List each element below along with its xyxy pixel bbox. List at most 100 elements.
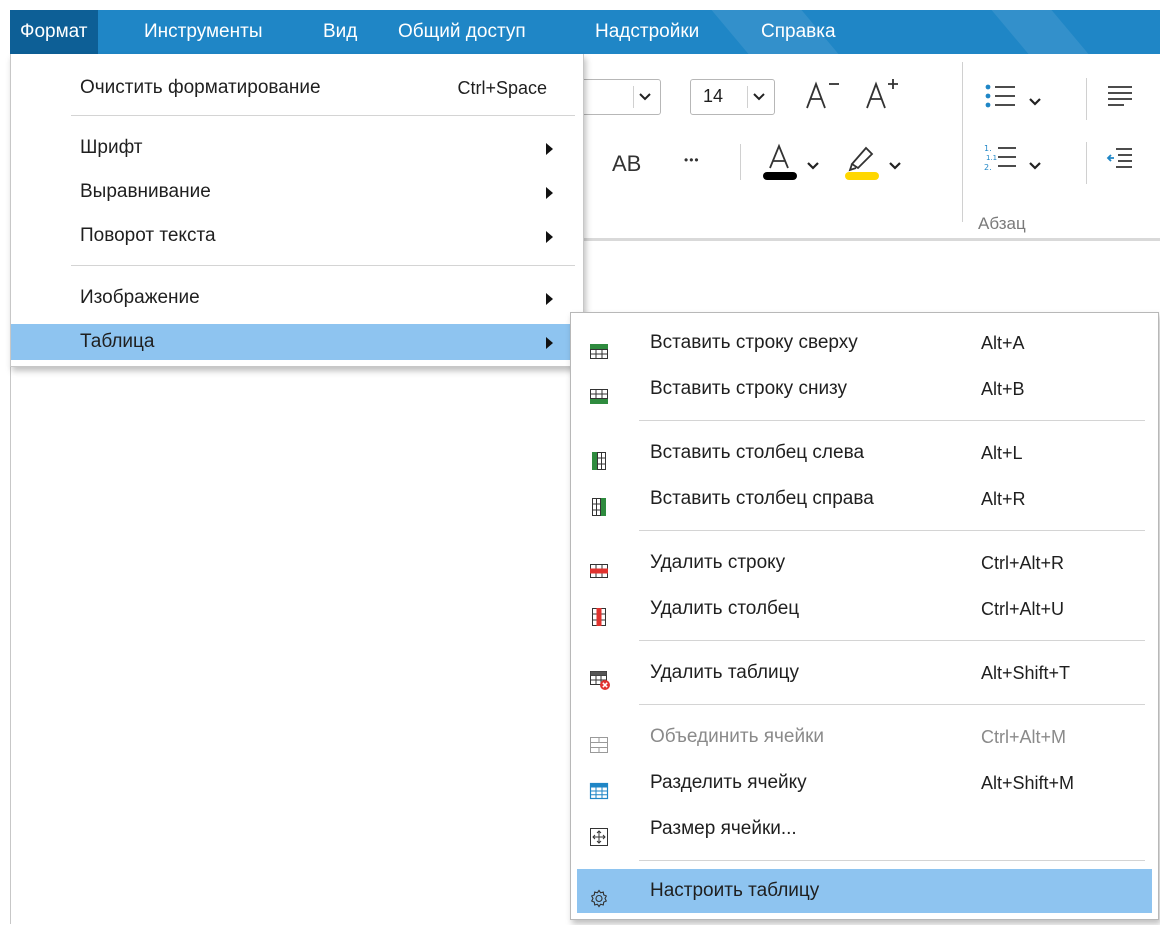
font-color-icon[interactable] <box>760 142 800 190</box>
increase-font-icon[interactable] <box>864 78 904 118</box>
menu-separator <box>639 420 1145 421</box>
decrease-font-icon[interactable] <box>804 78 844 118</box>
menu-item-label: Разделить ячейку <box>650 772 807 793</box>
highlight-icon[interactable] <box>842 140 882 190</box>
insert-row-above-item[interactable]: Вставить строку сверху Alt+A <box>577 321 1152 365</box>
table-submenu: Вставить строку сверху Alt+A Вставить ст… <box>570 312 1159 920</box>
menu-item-label: Выравнивание <box>80 181 211 202</box>
font-name-combo[interactable] <box>572 79 661 115</box>
menu-item-shortcut: Alt+R <box>981 489 1026 509</box>
clear-formatting-item[interactable]: Очистить форматирование Ctrl+Space <box>11 70 583 106</box>
chevron-down-icon[interactable] <box>806 154 820 177</box>
menu-item-label: Очистить форматирование <box>80 77 321 98</box>
menu-item-shortcut: Alt+A <box>981 333 1025 353</box>
more-options-icon[interactable]: ••• <box>684 153 700 167</box>
divider <box>1086 78 1087 120</box>
insert-column-left-icon <box>589 443 609 470</box>
menu-separator <box>639 530 1145 531</box>
cell-size-icon <box>589 819 609 846</box>
font-size-combo[interactable]: 14 <box>690 79 775 115</box>
menu-item-shortcut: Ctrl+Alt+R <box>981 553 1065 573</box>
insert-column-left-item[interactable]: Вставить столбец слева Alt+L <box>577 431 1152 475</box>
paragraph-group-label: Абзац <box>978 214 1026 233</box>
delete-row-item[interactable]: Удалить строку Ctrl+Alt+R <box>577 541 1152 585</box>
menu-separator <box>639 860 1145 861</box>
decrease-indent-icon[interactable] <box>1106 144 1134 178</box>
font-item[interactable]: Шрифт <box>11 130 583 166</box>
document-edge <box>10 366 11 924</box>
split-cell-item[interactable]: Разделить ячейку Alt+Shift+M <box>577 761 1152 805</box>
submenu-arrow-icon <box>546 293 553 305</box>
format-menu: Очистить форматирование Ctrl+Space Шрифт… <box>10 54 584 367</box>
submenu-arrow-icon <box>546 337 553 349</box>
chevron-down-icon[interactable] <box>633 86 656 108</box>
align-left-icon[interactable] <box>1106 82 1134 116</box>
chevron-down-icon[interactable] <box>888 154 902 177</box>
svg-text:2.: 2. <box>984 163 992 172</box>
split-cell-icon <box>589 773 609 800</box>
menu-addons[interactable]: Надстройки <box>585 10 709 54</box>
delete-table-item[interactable]: Удалить таблицу Alt+Shift+T <box>577 651 1152 695</box>
cell-size-item[interactable]: Размер ячейки... <box>577 807 1152 851</box>
submenu-arrow-icon <box>546 231 553 243</box>
menu-item-label: Вставить строку снизу <box>650 378 848 399</box>
delete-table-icon <box>589 663 610 690</box>
menu-separator <box>71 115 575 116</box>
menu-help[interactable]: Справка <box>751 10 846 54</box>
menubar-decoration <box>991 10 1089 54</box>
divider <box>740 144 741 180</box>
menu-item-label: Удалить строку <box>650 552 786 573</box>
gear-icon <box>589 881 609 908</box>
table-item[interactable]: Таблица <box>11 324 583 360</box>
menu-separator <box>71 265 575 266</box>
menu-item-label: Таблица <box>80 331 155 352</box>
insert-row-above-icon <box>589 333 609 359</box>
menu-item-shortcut: Ctrl+Space <box>457 78 547 98</box>
menu-sharing[interactable]: Общий доступ <box>388 10 536 54</box>
menu-item-label: Объединить ячейки <box>650 726 825 747</box>
menu-item-shortcut: Ctrl+Alt+U <box>981 599 1065 619</box>
insert-column-right-icon <box>589 489 609 516</box>
menu-item-label: Удалить столбец <box>650 598 800 619</box>
image-item[interactable]: Изображение <box>11 280 583 316</box>
menu-item-label: Вставить строку сверху <box>650 332 858 353</box>
menu-item-label: Шрифт <box>80 137 143 158</box>
menu-format[interactable]: Формат <box>10 10 98 54</box>
alignment-item[interactable]: Выравнивание <box>11 174 583 210</box>
menu-item-shortcut: Alt+Shift+T <box>981 663 1071 683</box>
menu-item-label: Изображение <box>80 287 200 308</box>
submenu-arrow-icon <box>546 143 553 155</box>
merge-cells-icon <box>589 727 609 753</box>
menu-item-shortcut: Ctrl+Alt+M <box>981 727 1067 747</box>
table-settings-item[interactable]: Настроить таблицу <box>577 869 1152 913</box>
menu-item-label: Вставить столбец слева <box>650 442 865 463</box>
delete-row-icon <box>589 553 609 578</box>
menu-item-label: Размер ячейки... <box>650 818 797 839</box>
chevron-down-icon[interactable] <box>1028 154 1042 177</box>
menu-item-shortcut: Alt+L <box>981 443 1023 463</box>
merge-cells-item[interactable]: Объединить ячейки Ctrl+Alt+M <box>577 715 1152 759</box>
menu-item-label: Поворот текста <box>80 225 216 246</box>
menu-separator <box>639 640 1145 641</box>
insert-row-below-item[interactable]: Вставить строку снизу Alt+B <box>577 367 1152 411</box>
menu-view[interactable]: Вид <box>313 10 367 54</box>
divider <box>962 62 963 222</box>
bullet-list-icon[interactable] <box>984 82 1018 116</box>
font-size-value: 14 <box>703 86 724 106</box>
menu-separator <box>639 704 1145 705</box>
delete-column-icon <box>589 599 609 626</box>
delete-column-item[interactable]: Удалить столбец Ctrl+Alt+U <box>577 587 1152 631</box>
submenu-arrow-icon <box>546 187 553 199</box>
chevron-down-icon[interactable] <box>747 86 770 108</box>
menu-item-label: Настроить таблицу <box>650 880 820 901</box>
chevron-down-icon[interactable] <box>1028 90 1042 113</box>
text-rotation-item[interactable]: Поворот текста <box>11 218 583 254</box>
menu-tools[interactable]: Инструменты <box>134 10 272 54</box>
all-caps-button[interactable]: AB <box>612 151 641 177</box>
menu-bar: Формат Инструменты Вид Общий доступ Надс… <box>10 10 1160 54</box>
numbered-list-icon[interactable]: 1. 1.1 2. <box>984 142 1018 180</box>
ribbon-toolbar: 14 AB ••• 1. 1.1 2. Абзац <box>572 54 1160 241</box>
insert-column-right-item[interactable]: Вставить столбец справа Alt+R <box>577 477 1152 521</box>
menu-item-shortcut: Alt+Shift+M <box>981 773 1075 793</box>
menu-item-label: Удалить таблицу <box>650 662 799 683</box>
